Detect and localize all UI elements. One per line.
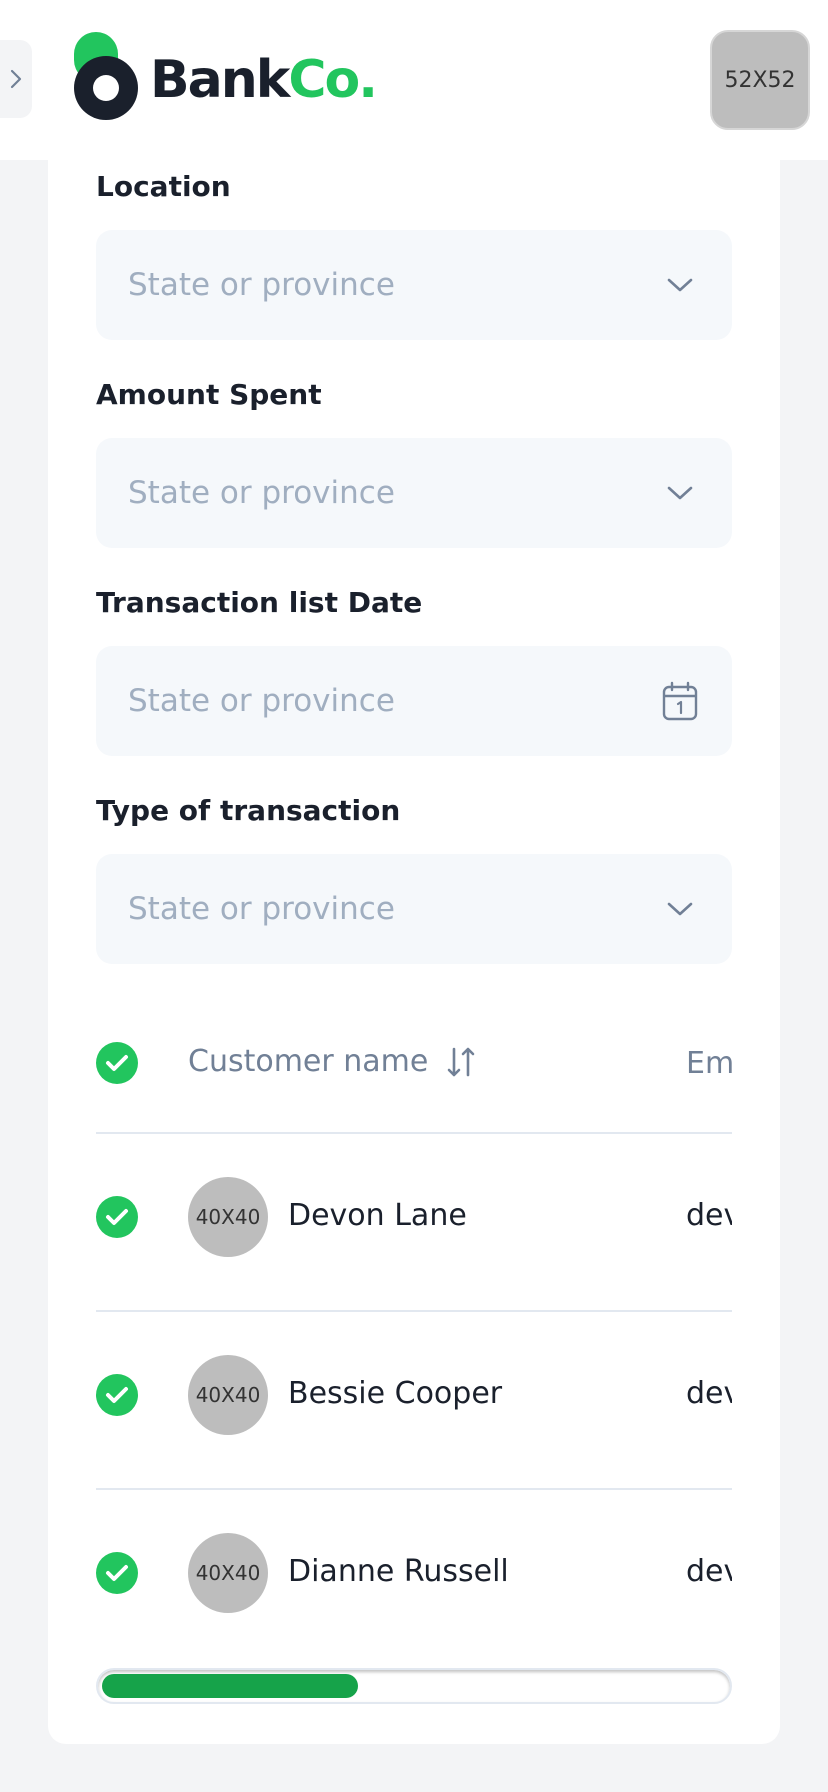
table-divider [96, 1132, 732, 1134]
location-placeholder: State or province [128, 267, 395, 303]
customer-email: dev [686, 1376, 732, 1411]
transaction-date-label: Transaction list Date [96, 586, 423, 619]
customer-name: Devon Lane [288, 1198, 467, 1233]
amount-spent-label: Amount Spent [96, 378, 322, 411]
amount-spent-select[interactable]: State or province [96, 438, 732, 548]
column-header-customer-name-label: Customer name [188, 1044, 429, 1079]
sidebar-toggle-button[interactable] [0, 40, 32, 118]
table-divider [96, 1488, 732, 1490]
customer-name: Bessie Cooper [288, 1376, 503, 1411]
sort-icon[interactable] [446, 1045, 476, 1079]
customer-name: Dianne Russell [288, 1554, 509, 1589]
avatar: 40X40 [188, 1355, 268, 1435]
chevron-down-icon [660, 473, 700, 513]
logo-bank-text: Bank [150, 50, 290, 110]
column-header-customer-name[interactable]: Customer name [188, 1044, 476, 1079]
amount-spent-placeholder: State or province [128, 475, 395, 511]
calendar-icon[interactable] [660, 681, 700, 721]
customer-email: dev [686, 1198, 732, 1233]
logo-co-text: Co. [288, 50, 378, 110]
scrollbar-thumb[interactable] [102, 1674, 358, 1698]
app-header: BankCo. 52X52 [0, 0, 828, 160]
row-checkbox-icon[interactable] [96, 1196, 138, 1238]
location-select[interactable]: State or province [96, 230, 732, 340]
select-all-checkbox-icon[interactable] [96, 1042, 138, 1084]
table-horizontal-scrollbar[interactable] [96, 1668, 732, 1704]
table-divider [96, 1310, 732, 1312]
customer-table: Customer name Em 40X40 Devon Lane dev 40… [96, 998, 732, 1648]
row-checkbox-icon[interactable] [96, 1374, 138, 1416]
bankco-logo[interactable]: BankCo. [72, 30, 378, 122]
transaction-date-placeholder: State or province [128, 683, 395, 719]
transaction-type-placeholder: State or province [128, 891, 395, 927]
filter-card: Location State or province Amount Spent … [48, 160, 780, 1744]
location-label: Location [96, 170, 231, 203]
avatar: 40X40 [188, 1533, 268, 1613]
column-header-email[interactable]: Em [686, 1046, 732, 1081]
chevron-down-icon [660, 265, 700, 305]
row-checkbox-icon[interactable] [96, 1552, 138, 1594]
logo-mark-icon [72, 30, 140, 122]
customer-email: dev [686, 1554, 732, 1589]
chevron-right-icon [10, 69, 22, 89]
transaction-date-input[interactable]: State or province [96, 646, 732, 756]
chevron-down-icon [660, 889, 700, 929]
avatar: 40X40 [188, 1177, 268, 1257]
transaction-type-select[interactable]: State or province [96, 854, 732, 964]
transaction-type-label: Type of transaction [96, 794, 401, 827]
logo-wordmark: BankCo. [150, 50, 378, 110]
user-avatar-button[interactable]: 52X52 [710, 30, 810, 130]
